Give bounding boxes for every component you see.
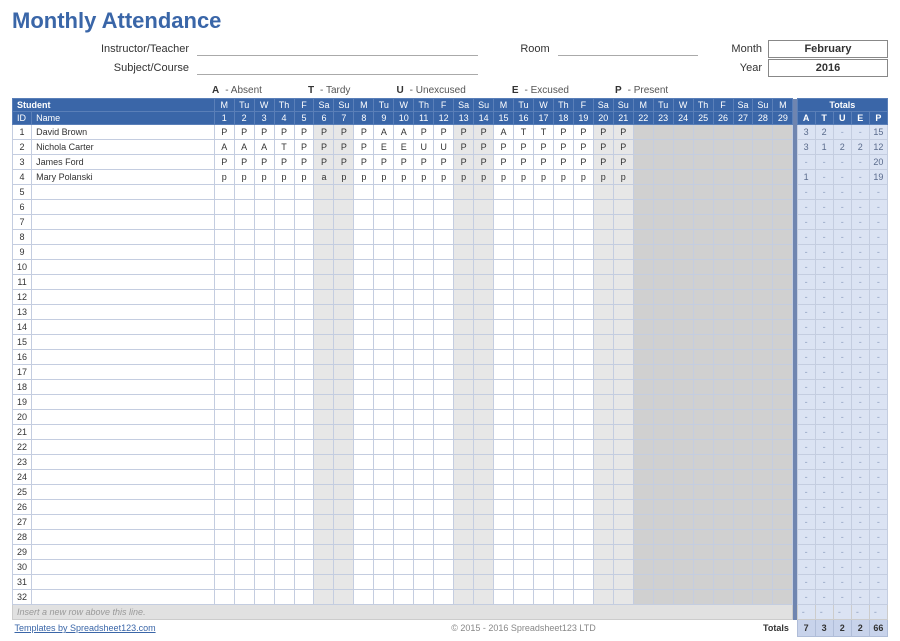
table-row[interactable]: 30----- bbox=[13, 560, 888, 575]
student-header: Student bbox=[13, 99, 215, 112]
table-row[interactable]: 32----- bbox=[13, 590, 888, 605]
table-row[interactable]: 10----- bbox=[13, 260, 888, 275]
table-row[interactable]: 11----- bbox=[13, 275, 888, 290]
table-row[interactable]: 20----- bbox=[13, 410, 888, 425]
table-row[interactable]: 25----- bbox=[13, 485, 888, 500]
table-row[interactable]: 17----- bbox=[13, 365, 888, 380]
table-row[interactable]: 23----- bbox=[13, 455, 888, 470]
legend: A- Absent T- Tardy U- Unexcused E- Excus… bbox=[212, 85, 888, 96]
subject-label: Subject/Course bbox=[12, 62, 197, 74]
table-row[interactable]: 2Nichola CarterAAATPPPPEEUUPPPPPPPPP3122… bbox=[13, 140, 888, 155]
year-label: Year bbox=[718, 62, 768, 74]
table-row[interactable]: 5----- bbox=[13, 185, 888, 200]
instructor-label: Instructor/Teacher bbox=[12, 43, 197, 55]
table-row[interactable]: 26----- bbox=[13, 500, 888, 515]
page-title: Monthly Attendance bbox=[12, 8, 888, 34]
attendance-table: StudentMTuWThFSaSuMTuWThFSaSuMTuWThFSaSu… bbox=[12, 98, 888, 637]
instructor-field[interactable] bbox=[197, 42, 478, 56]
table-row[interactable]: 15----- bbox=[13, 335, 888, 350]
table-row[interactable]: 1David BrownPPPPPPPPAAPPPPATTPPPP32--15 bbox=[13, 125, 888, 140]
table-row[interactable]: 4Mary Polanskipppppappppppppppppppp1---1… bbox=[13, 170, 888, 185]
footer-row: Templates by Spreadsheet123.com© 2015 - … bbox=[13, 620, 888, 637]
table-row[interactable]: 13----- bbox=[13, 305, 888, 320]
table-row[interactable]: 14----- bbox=[13, 320, 888, 335]
table-row[interactable]: 27----- bbox=[13, 515, 888, 530]
table-row[interactable]: 21----- bbox=[13, 425, 888, 440]
table-row[interactable]: 24----- bbox=[13, 470, 888, 485]
table-row[interactable]: 31----- bbox=[13, 575, 888, 590]
subject-field[interactable] bbox=[197, 61, 478, 75]
table-row[interactable]: 3James FordPPPPPPPPPPPPPPPPPPPPP----20 bbox=[13, 155, 888, 170]
month-value[interactable]: February bbox=[768, 40, 888, 58]
template-link[interactable]: Templates by Spreadsheet123.com bbox=[13, 620, 334, 637]
table-row[interactable]: 22----- bbox=[13, 440, 888, 455]
table-row[interactable]: 19----- bbox=[13, 395, 888, 410]
table-row[interactable]: 18----- bbox=[13, 380, 888, 395]
room-field[interactable] bbox=[558, 42, 698, 56]
table-row[interactable]: 12----- bbox=[13, 290, 888, 305]
insert-hint-row: Insert a new row above this line.----- bbox=[13, 605, 888, 620]
table-row[interactable]: 8----- bbox=[13, 230, 888, 245]
table-row[interactable]: 7----- bbox=[13, 215, 888, 230]
table-row[interactable]: 6----- bbox=[13, 200, 888, 215]
table-row[interactable]: 16----- bbox=[13, 350, 888, 365]
totals-header: Totals bbox=[797, 99, 887, 112]
table-row[interactable]: 29----- bbox=[13, 545, 888, 560]
year-value[interactable]: 2016 bbox=[768, 59, 888, 77]
table-row[interactable]: 9----- bbox=[13, 245, 888, 260]
room-label: Room bbox=[498, 43, 558, 55]
month-label: Month bbox=[718, 43, 768, 55]
table-row[interactable]: 28----- bbox=[13, 530, 888, 545]
